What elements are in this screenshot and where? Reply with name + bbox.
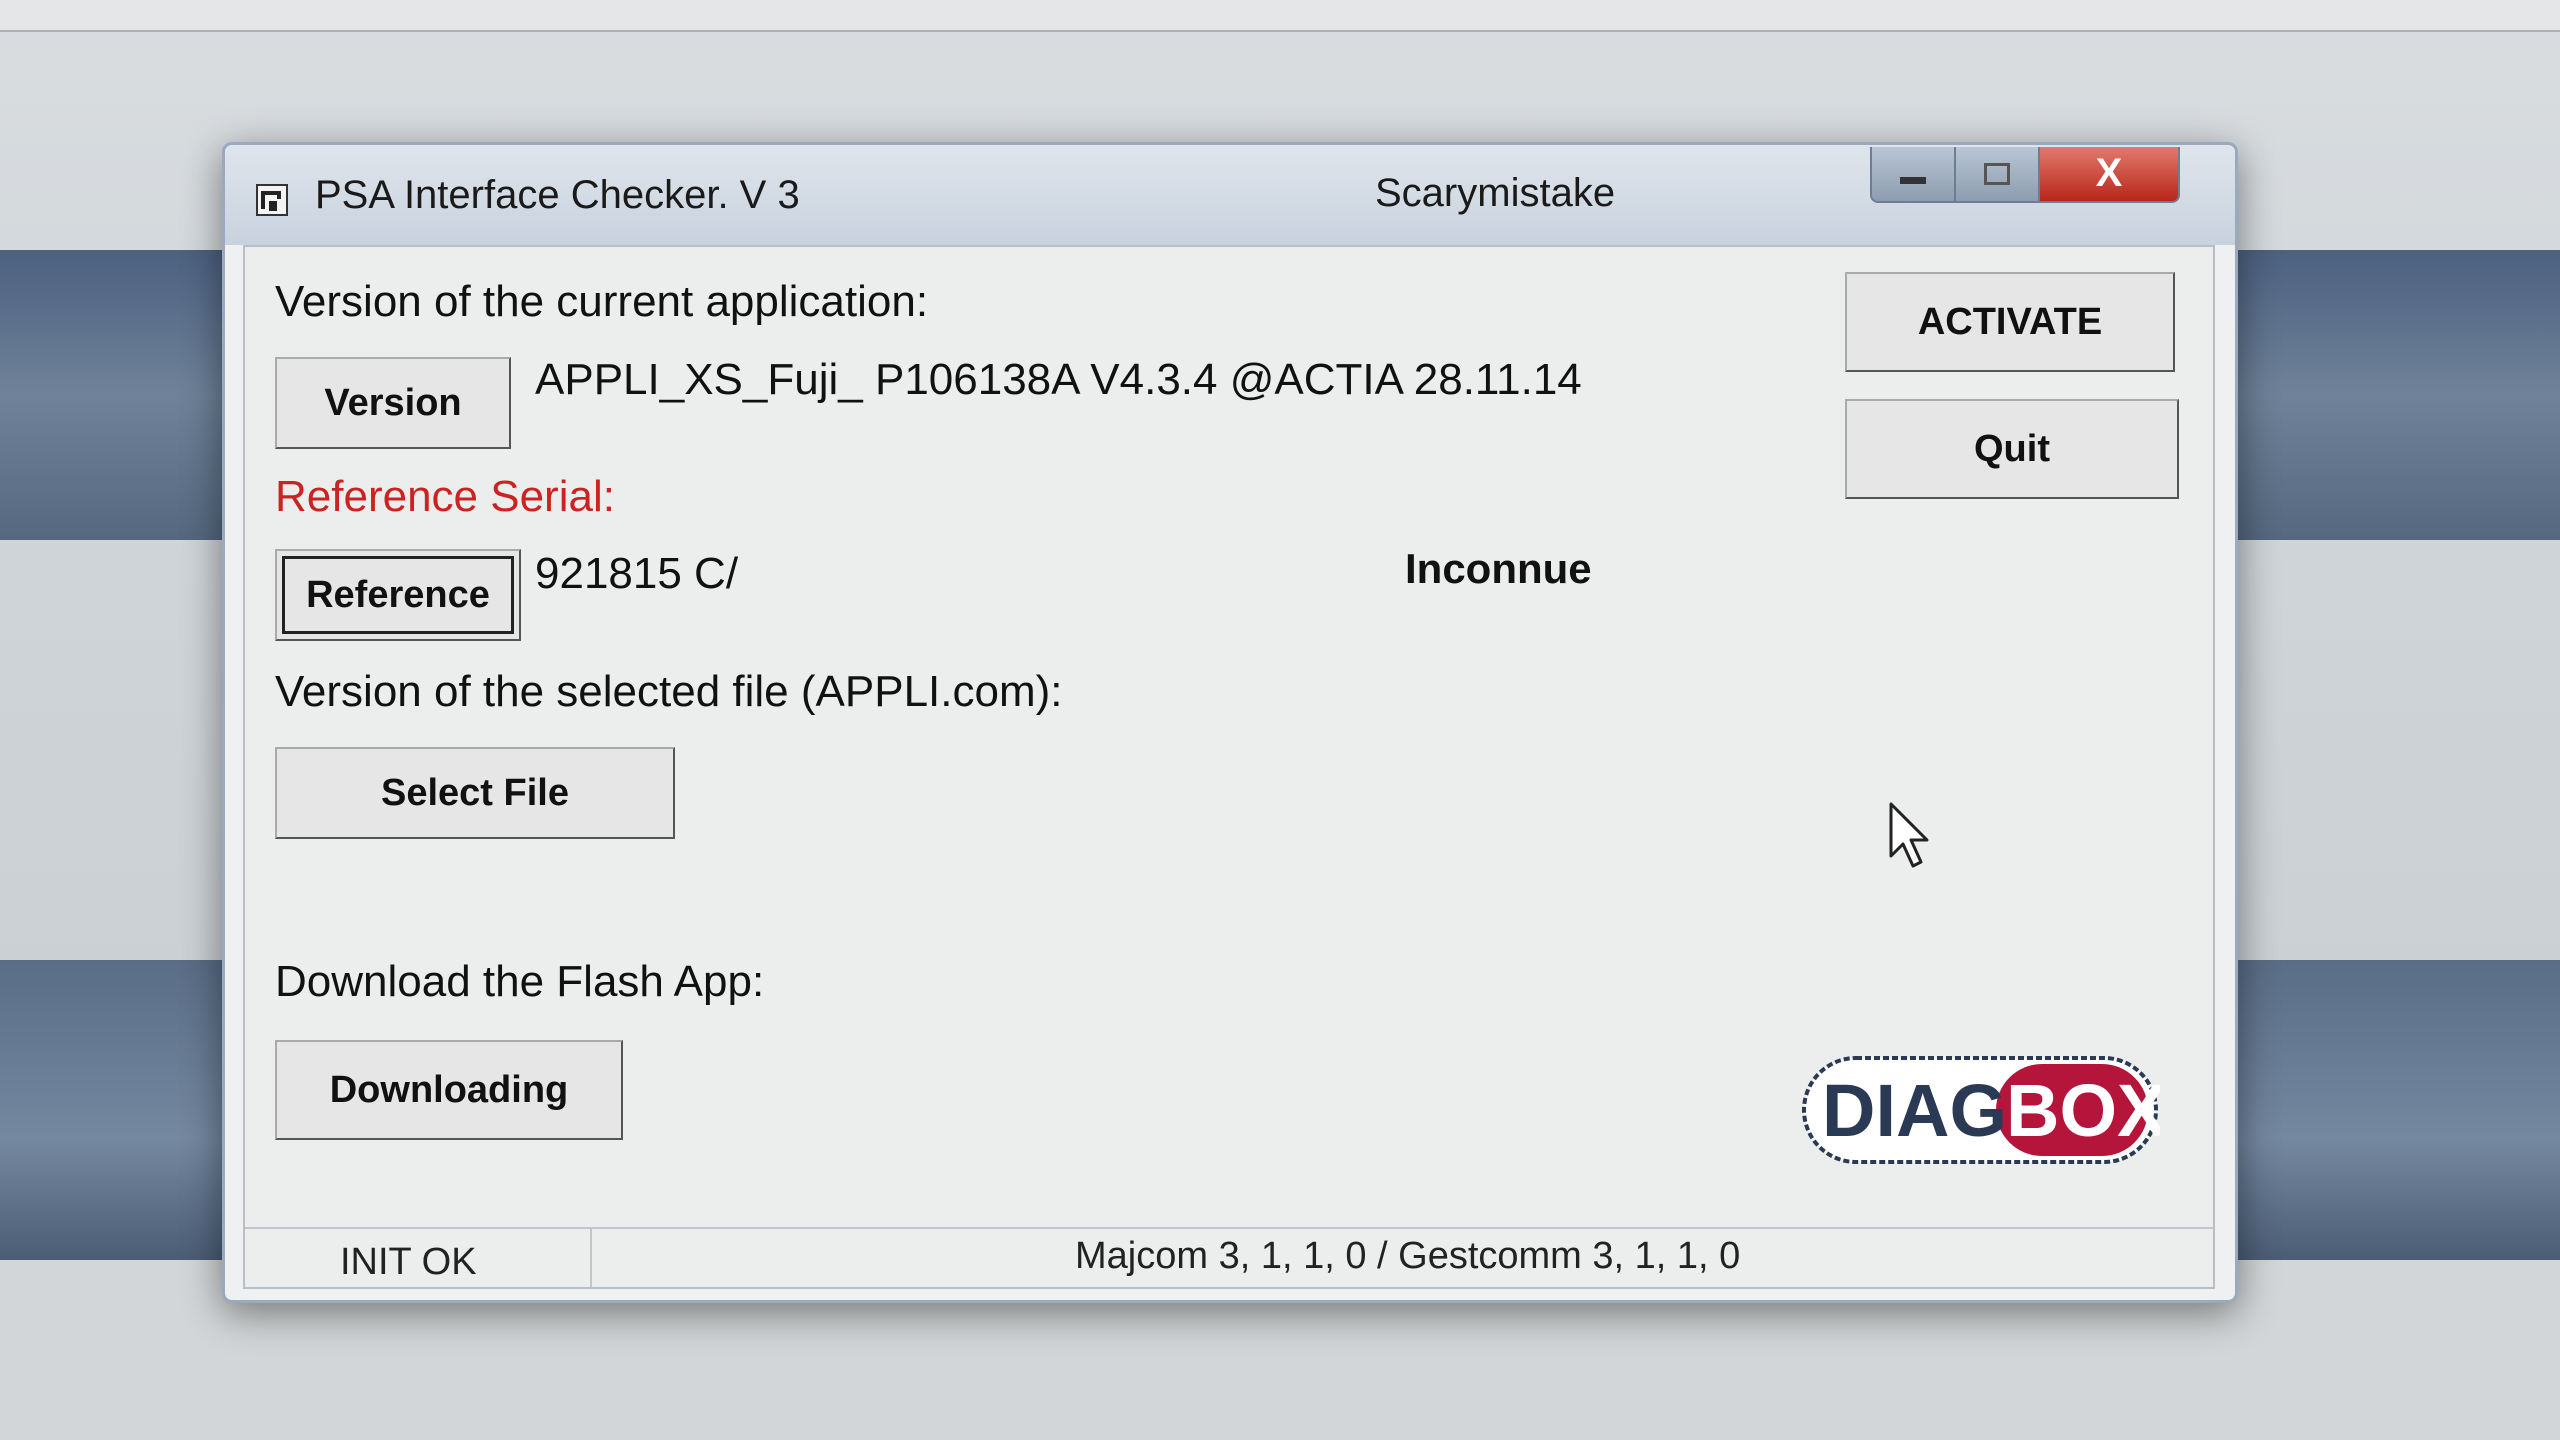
window-user-name: Scarymistake	[1375, 171, 1616, 215]
maximize-button[interactable]	[1954, 147, 2040, 203]
status-text-left: INIT OK	[340, 1241, 477, 1283]
minimize-button[interactable]	[1870, 147, 1956, 203]
mouse-cursor-icon	[1889, 802, 1929, 868]
quit-button[interactable]: Quit	[1845, 399, 2179, 499]
close-icon: X	[2095, 151, 2123, 195]
reference-button[interactable]: Reference	[275, 549, 521, 641]
diagbox-logo-left-text: DIAG	[1822, 1069, 2007, 1152]
version-value: APPLI_XS_Fuji_ P106138A V4.3.4 @ACTIA 28…	[535, 355, 1582, 404]
select-file-button[interactable]: Select File	[275, 747, 675, 839]
download-section-label: Download the Flash App:	[275, 957, 765, 1006]
reference-section-label: Reference Serial:	[275, 472, 615, 521]
window-title: PSA Interface Checker. V 3	[315, 173, 800, 217]
reference-status: Inconnue	[1405, 545, 1592, 592]
activate-button[interactable]: ACTIVATE	[1845, 272, 2175, 372]
status-bar: INIT OK Majcom 3, 1, 1, 0 / Gestcomm 3, …	[245, 1227, 2213, 1289]
close-button[interactable]: X	[2038, 147, 2180, 203]
title-bar[interactable]: PSA Interface Checker. V 3 Scarymistake …	[225, 145, 2235, 245]
psa-interface-checker-window: PSA Interface Checker. V 3 Scarymistake …	[222, 142, 2238, 1303]
desktop-background-top	[0, 0, 2560, 32]
status-text-right: Majcom 3, 1, 1, 0 / Gestcomm 3, 1, 1, 0	[1075, 1235, 1741, 1277]
downloading-button[interactable]: Downloading	[275, 1040, 623, 1140]
reference-serial-value: 921815 C/	[535, 549, 739, 598]
app-icon	[256, 184, 288, 216]
file-section-label: Version of the selected file (APPLI.com)…	[275, 667, 1063, 716]
diagbox-logo-right-text: BOX	[2006, 1069, 2160, 1152]
diagbox-logo: DIAG BOX	[1802, 1056, 2160, 1164]
version-button[interactable]: Version	[275, 357, 511, 449]
version-section-label: Version of the current application:	[275, 277, 929, 326]
